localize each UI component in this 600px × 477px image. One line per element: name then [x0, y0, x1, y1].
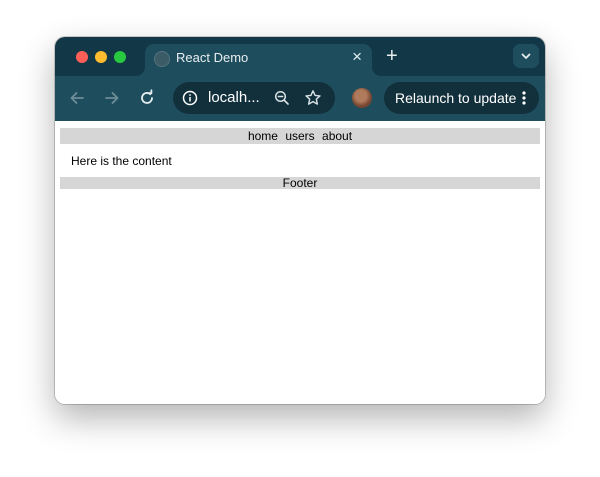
info-icon[interactable]	[182, 90, 198, 106]
address-bar[interactable]: localh...	[173, 82, 335, 114]
nav-link-home[interactable]: home	[248, 129, 278, 143]
tab-strip: React Demo × +	[55, 37, 545, 76]
nav-link-users[interactable]: users	[285, 129, 314, 143]
maximize-window-button[interactable]	[114, 51, 126, 63]
reload-icon[interactable]	[138, 89, 156, 107]
back-icon[interactable]	[68, 89, 86, 107]
bookmark-star-icon[interactable]	[304, 89, 322, 107]
tab-title: React Demo	[176, 50, 249, 65]
page-viewport: home users about Here is the content Foo…	[55, 121, 545, 404]
page-footer: Footer	[60, 177, 540, 189]
relaunch-to-update-button[interactable]: Relaunch to update	[384, 82, 539, 114]
profile-avatar[interactable]	[352, 88, 372, 108]
tab-close-icon[interactable]: ×	[352, 47, 362, 67]
nav-link-about[interactable]: about	[322, 129, 352, 143]
page-content: Here is the content	[71, 154, 172, 168]
more-menu-icon[interactable]	[522, 91, 526, 105]
zoom-out-icon[interactable]	[274, 90, 290, 106]
url-text[interactable]: localh...	[208, 89, 260, 106]
forward-icon[interactable]	[103, 89, 121, 107]
page-nav: home users about	[60, 128, 540, 144]
browser-window: React Demo × + localh... Relaunch to upd…	[55, 37, 545, 404]
minimize-window-button[interactable]	[95, 51, 107, 63]
close-window-button[interactable]	[76, 51, 88, 63]
tab-react-demo[interactable]: React Demo ×	[145, 44, 372, 76]
relaunch-label: Relaunch to update	[395, 90, 517, 106]
tab-search-button[interactable]	[513, 44, 539, 68]
globe-icon	[154, 51, 170, 67]
chevron-down-icon	[521, 53, 531, 59]
new-tab-button[interactable]: +	[386, 44, 398, 68]
toolbar: localh... Relaunch to update	[55, 76, 545, 121]
